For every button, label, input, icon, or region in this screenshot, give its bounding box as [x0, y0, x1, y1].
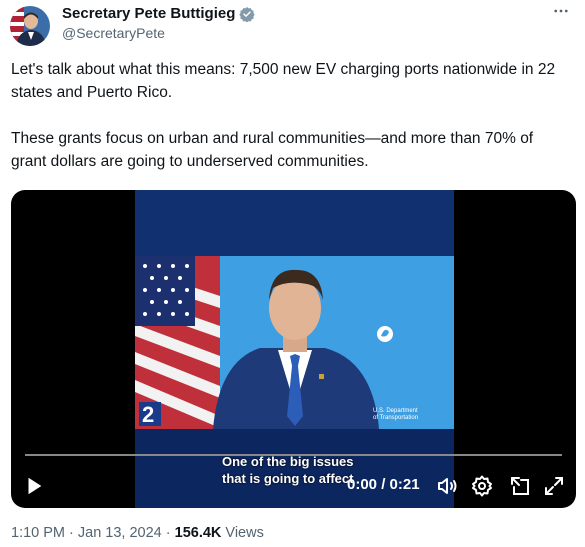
tweet-paragraph: Let's talk about what this means: 7,500 … [11, 61, 556, 101]
subtitle-line: that is going to affect [222, 471, 354, 486]
video-subtitle: One of the big issues that is going to a… [222, 453, 353, 487]
dot-logo-text: U.S. Department of Transportation [373, 408, 418, 422]
author-name-text: Secretary Pete Buttigieg [62, 5, 236, 22]
volume-icon[interactable] [435, 474, 459, 503]
views-label: Views [221, 525, 264, 541]
pip-icon[interactable] [508, 474, 532, 503]
author-name[interactable]: Secretary Pete Buttigieg [62, 5, 256, 22]
views-count: 156.4K [174, 525, 222, 541]
speaker-scene-image: 2 [135, 256, 393, 429]
tweet-text: Let's talk about what this means: 7,500 … [11, 58, 571, 173]
channel-number: 2 [142, 402, 154, 427]
tweet-timestamp[interactable]: 1:10 PM · Jan 13, 2024 · [11, 525, 175, 541]
tweet-paragraph: These grants focus on urban and rural co… [11, 130, 534, 170]
dot-logo-line: of Transportation [373, 415, 419, 421]
video-scene: 2 U.S. Department of Transportation [135, 256, 454, 429]
video-progress-bar[interactable] [25, 454, 562, 456]
tweet-meta: 1:10 PM · Jan 13, 2024 · 156.4K Views [11, 525, 264, 541]
play-icon[interactable] [23, 475, 45, 502]
fullscreen-icon[interactable] [542, 474, 566, 503]
more-horizontal-icon[interactable] [552, 2, 570, 25]
avatar[interactable] [10, 6, 50, 46]
verified-badge-icon [239, 6, 256, 22]
video-top-band [135, 190, 454, 256]
author-handle[interactable]: @SecretaryPete [62, 25, 165, 41]
dot-logo-line: U.S. Department [373, 408, 418, 414]
video-time: 0:00 / 0:21 [347, 476, 420, 493]
video-player[interactable]: 2 U.S. Department of Transportation One … [11, 190, 576, 508]
settings-icon[interactable] [470, 474, 494, 503]
